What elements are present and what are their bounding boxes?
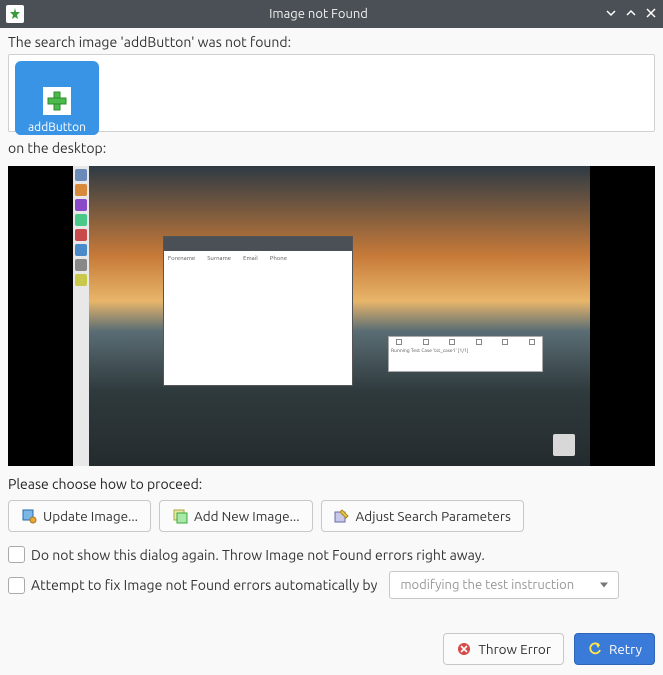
thumbnail-label: addButton bbox=[15, 120, 99, 135]
add-icon bbox=[43, 87, 71, 115]
add-new-image-label: Add New Image... bbox=[194, 508, 300, 524]
maximize-icon[interactable] bbox=[625, 7, 637, 22]
on-desktop-label: on the desktop: bbox=[8, 140, 655, 156]
add-new-image-icon bbox=[172, 508, 188, 524]
window-title: Image not Found bbox=[32, 7, 605, 21]
throw-error-label: Throw Error bbox=[478, 641, 551, 657]
auto-fix-method-combobox[interactable]: modifying the test instruction bbox=[389, 571, 619, 599]
update-image-button[interactable]: Update Image... bbox=[8, 500, 151, 532]
close-icon[interactable] bbox=[645, 7, 657, 22]
retry-label: Retry bbox=[609, 641, 642, 657]
update-image-icon bbox=[21, 508, 37, 524]
search-image-container: addButton bbox=[8, 54, 655, 132]
retry-button[interactable]: Retry bbox=[574, 633, 655, 665]
error-icon bbox=[456, 641, 472, 657]
titlebar: Image not Found bbox=[0, 0, 663, 28]
search-image-thumbnail[interactable]: addButton bbox=[15, 61, 99, 135]
add-new-image-button[interactable]: Add New Image... bbox=[159, 500, 313, 532]
adjust-params-icon bbox=[334, 508, 350, 524]
combobox-value: modifying the test instruction bbox=[400, 578, 574, 592]
proceed-label: Please choose how to proceed: bbox=[8, 476, 655, 492]
desktop-screenshot: Forename Surname Email Phone Running Tes… bbox=[8, 166, 655, 466]
throw-error-button[interactable]: Throw Error bbox=[443, 633, 564, 665]
retry-icon bbox=[587, 641, 603, 657]
auto-fix-label: Attempt to fix Image not Found errors au… bbox=[31, 577, 377, 593]
update-image-label: Update Image... bbox=[43, 508, 138, 524]
minimize-icon[interactable] bbox=[605, 7, 617, 22]
adjust-search-parameters-button[interactable]: Adjust Search Parameters bbox=[321, 500, 524, 532]
search-not-found-label: The search image 'addButton' was not fou… bbox=[8, 34, 655, 50]
dont-show-again-label: Do not show this dialog again. Throw Ima… bbox=[31, 547, 485, 563]
adjust-params-label: Adjust Search Parameters bbox=[356, 508, 511, 524]
app-icon bbox=[6, 5, 24, 23]
dont-show-again-checkbox[interactable] bbox=[8, 546, 25, 563]
auto-fix-checkbox[interactable] bbox=[8, 577, 25, 594]
